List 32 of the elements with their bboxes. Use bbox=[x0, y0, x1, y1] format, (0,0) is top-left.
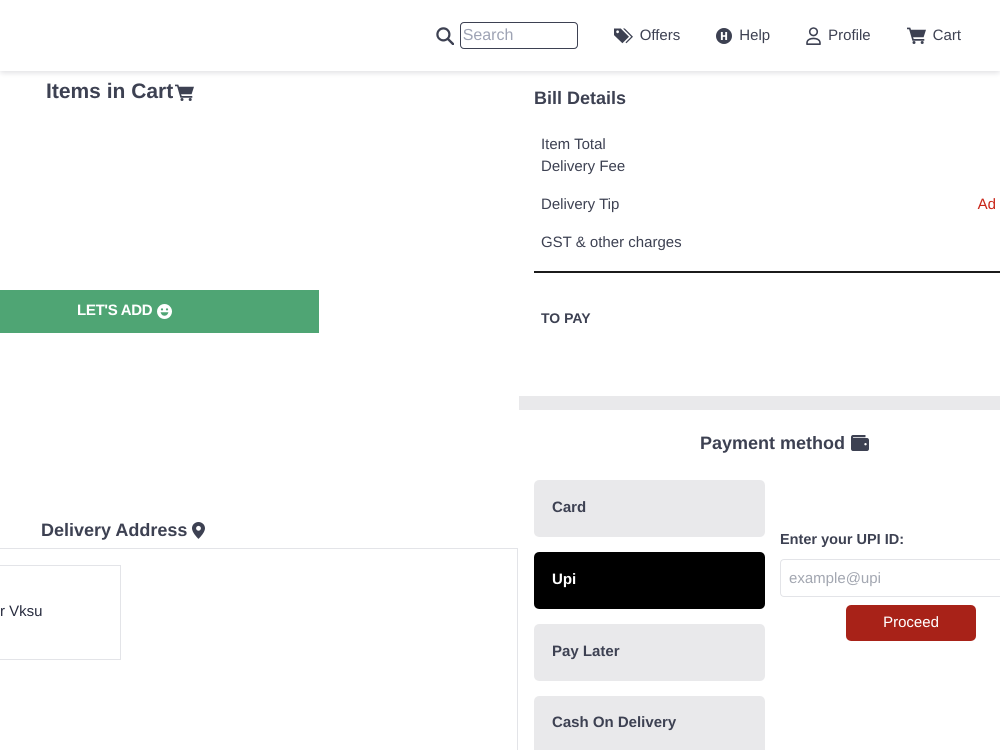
smiley-icon bbox=[157, 304, 172, 319]
map-pin-icon bbox=[192, 522, 206, 538]
payment-method-tab[interactable]: Card bbox=[534, 480, 765, 537]
bill-label: Item Total bbox=[541, 135, 606, 155]
search-icon bbox=[436, 26, 454, 44]
upi-id-field[interactable]: example@upi bbox=[780, 559, 1000, 597]
cart-link[interactable]: Cart bbox=[906, 26, 961, 46]
section-title: Items in Cart bbox=[46, 79, 174, 105]
upi-label: Enter your UPI ID: bbox=[780, 531, 904, 549]
profile-link[interactable]: Profile bbox=[806, 26, 871, 46]
bill-label: Delivery Fee bbox=[541, 157, 626, 177]
section-title: Delivery Address bbox=[41, 519, 188, 542]
help-icon[interactable] bbox=[716, 28, 732, 44]
offers-link[interactable]: Offers bbox=[614, 26, 680, 46]
profile-icon[interactable] bbox=[806, 26, 822, 44]
payment-method-tab[interactable]: Upi bbox=[534, 552, 765, 609]
bill-label: Delivery Tip bbox=[541, 195, 620, 215]
section-title: Bill Details bbox=[534, 87, 626, 110]
to-pay-label: TO PAY bbox=[541, 309, 591, 328]
search-field[interactable]: Search bbox=[460, 22, 578, 49]
cart-icon[interactable] bbox=[906, 27, 926, 44]
address-card[interactable]: r Vksu bbox=[0, 565, 121, 660]
cart-icon bbox=[175, 84, 194, 100]
bill-label: GST & other charges bbox=[541, 233, 682, 253]
wallet-icon bbox=[851, 435, 870, 451]
proceed-button[interactable]: Proceed bbox=[846, 605, 976, 641]
add-tip-link[interactable]: Ad bbox=[978, 194, 996, 216]
help-link[interactable]: Help bbox=[716, 26, 770, 46]
payment-method-tab[interactable]: Cash On Delivery bbox=[534, 696, 765, 750]
section-title: Payment method bbox=[700, 432, 846, 455]
payment-method-tab[interactable]: Pay Later bbox=[534, 624, 765, 681]
tag-icon[interactable] bbox=[614, 28, 633, 44]
